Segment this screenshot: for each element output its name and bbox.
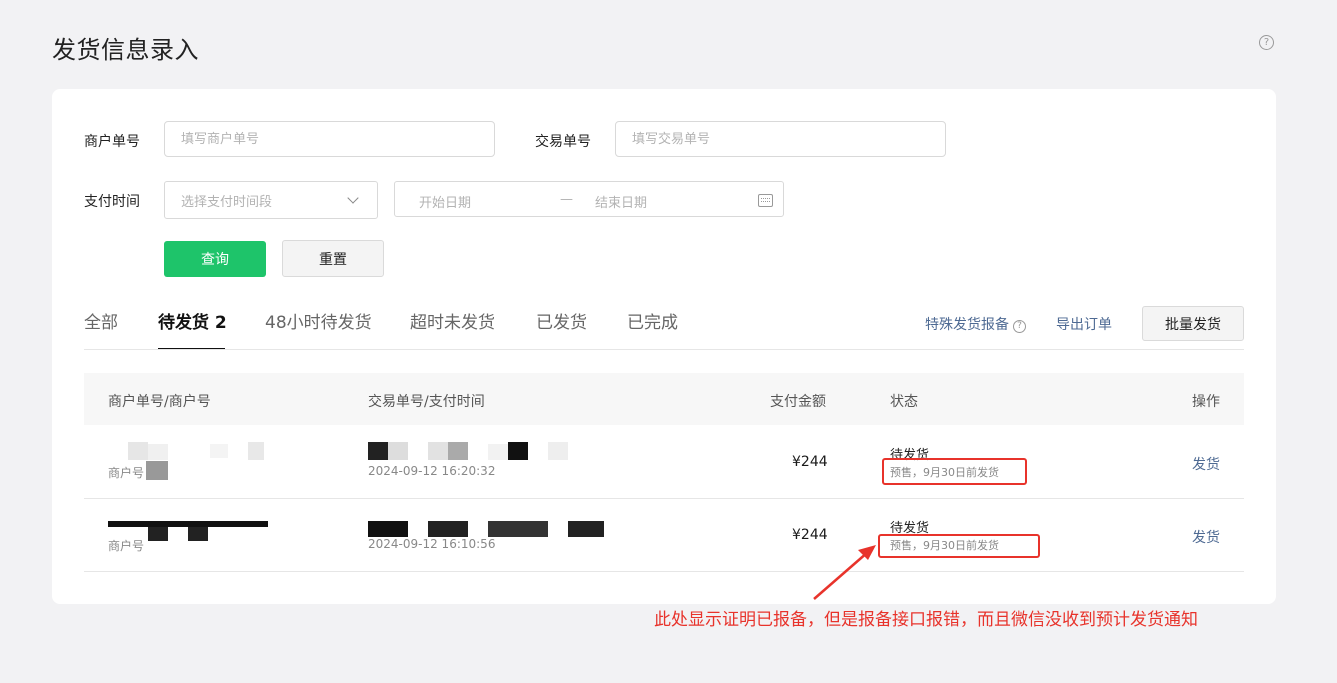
annotation-text: 此处显示证明已报备，但是报备接口报错，而且微信没收到预计发货通知 (654, 610, 1198, 630)
annotation-arrow (813, 545, 876, 600)
